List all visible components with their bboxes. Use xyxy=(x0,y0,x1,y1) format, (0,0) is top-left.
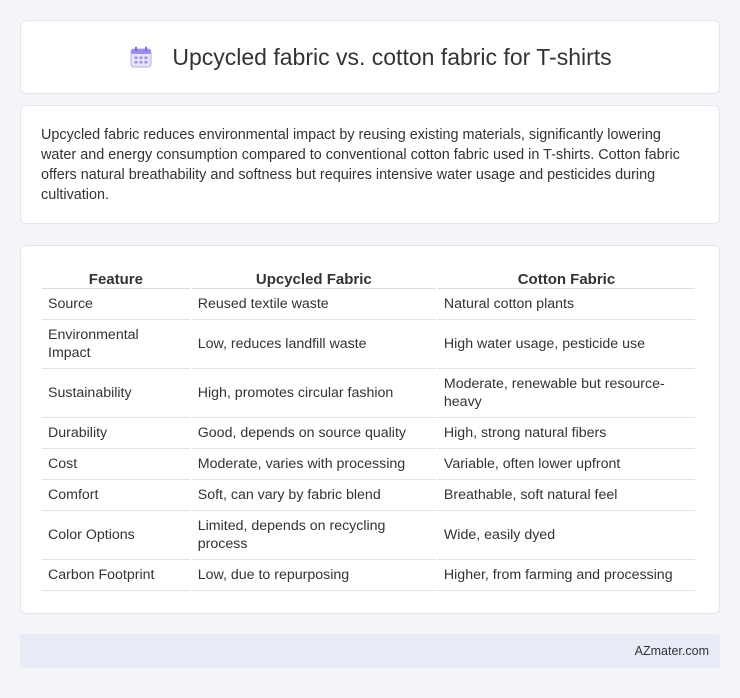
upcycled-cell: Good, depends on source quality xyxy=(191,418,436,449)
comparison-table: Feature Upcycled Fabric Cotton Fabric So… xyxy=(40,266,697,591)
feature-cell: Environmental Impact xyxy=(42,320,190,369)
title-card: Upcycled fabric vs. cotton fabric for T-… xyxy=(20,20,720,94)
upcycled-cell: Low, due to repurposing xyxy=(191,560,436,591)
table-row: Carbon Footprint Low, due to repurposing… xyxy=(42,560,695,591)
calendar-icon xyxy=(128,44,154,70)
table-header-row: Feature Upcycled Fabric Cotton Fabric xyxy=(42,266,695,289)
upcycled-cell: High, promotes circular fashion xyxy=(191,369,436,418)
cotton-cell: Variable, often lower upfront xyxy=(437,449,695,480)
feature-cell: Cost xyxy=(42,449,190,480)
footer-bar: AZmater.com xyxy=(20,634,720,668)
upcycled-cell: Limited, depends on recycling process xyxy=(191,511,436,560)
table-row: Durability Good, depends on source quali… xyxy=(42,418,695,449)
feature-cell: Color Options xyxy=(42,511,190,560)
title-wrap: Upcycled fabric vs. cotton fabric for T-… xyxy=(128,43,612,71)
table-row: Comfort Soft, can vary by fabric blend B… xyxy=(42,480,695,511)
upcycled-cell: Soft, can vary by fabric blend xyxy=(191,480,436,511)
table-row: Sustainability High, promotes circular f… xyxy=(42,369,695,418)
header-upcycled-fabric: Upcycled Fabric xyxy=(191,266,436,289)
upcycled-cell: Reused textile waste xyxy=(191,289,436,320)
summary-text: Upcycled fabric reduces environmental im… xyxy=(41,127,680,203)
cotton-cell: High, strong natural fibers xyxy=(437,418,695,449)
feature-cell: Comfort xyxy=(42,480,190,511)
feature-cell: Sustainability xyxy=(42,369,190,418)
table-row: Environmental Impact Low, reduces landfi… xyxy=(42,320,695,369)
cotton-cell: High water usage, pesticide use xyxy=(437,320,695,369)
feature-cell: Durability xyxy=(42,418,190,449)
upcycled-cell: Moderate, varies with processing xyxy=(191,449,436,480)
upcycled-cell: Low, reduces landfill waste xyxy=(191,320,436,369)
cotton-cell: Moderate, renewable but resource-heavy xyxy=(437,369,695,418)
page-title: Upcycled fabric vs. cotton fabric for T-… xyxy=(172,43,612,70)
cotton-cell: Natural cotton plants xyxy=(437,289,695,320)
footer-brand[interactable]: AZmater.com xyxy=(635,644,709,658)
feature-cell: Carbon Footprint xyxy=(42,560,190,591)
table-row: Cost Moderate, varies with processing Va… xyxy=(42,449,695,480)
cotton-cell: Wide, easily dyed xyxy=(437,511,695,560)
cotton-cell: Higher, from farming and processing xyxy=(437,560,695,591)
table-row: Color Options Limited, depends on recycl… xyxy=(42,511,695,560)
feature-cell: Source xyxy=(42,289,190,320)
summary-card: Upcycled fabric reduces environmental im… xyxy=(20,105,720,224)
table-row: Source Reused textile waste Natural cott… xyxy=(42,289,695,320)
table-card: Feature Upcycled Fabric Cotton Fabric So… xyxy=(20,245,720,614)
cotton-cell: Breathable, soft natural feel xyxy=(437,480,695,511)
header-feature: Feature xyxy=(42,266,190,289)
header-cotton-fabric: Cotton Fabric xyxy=(437,266,695,289)
